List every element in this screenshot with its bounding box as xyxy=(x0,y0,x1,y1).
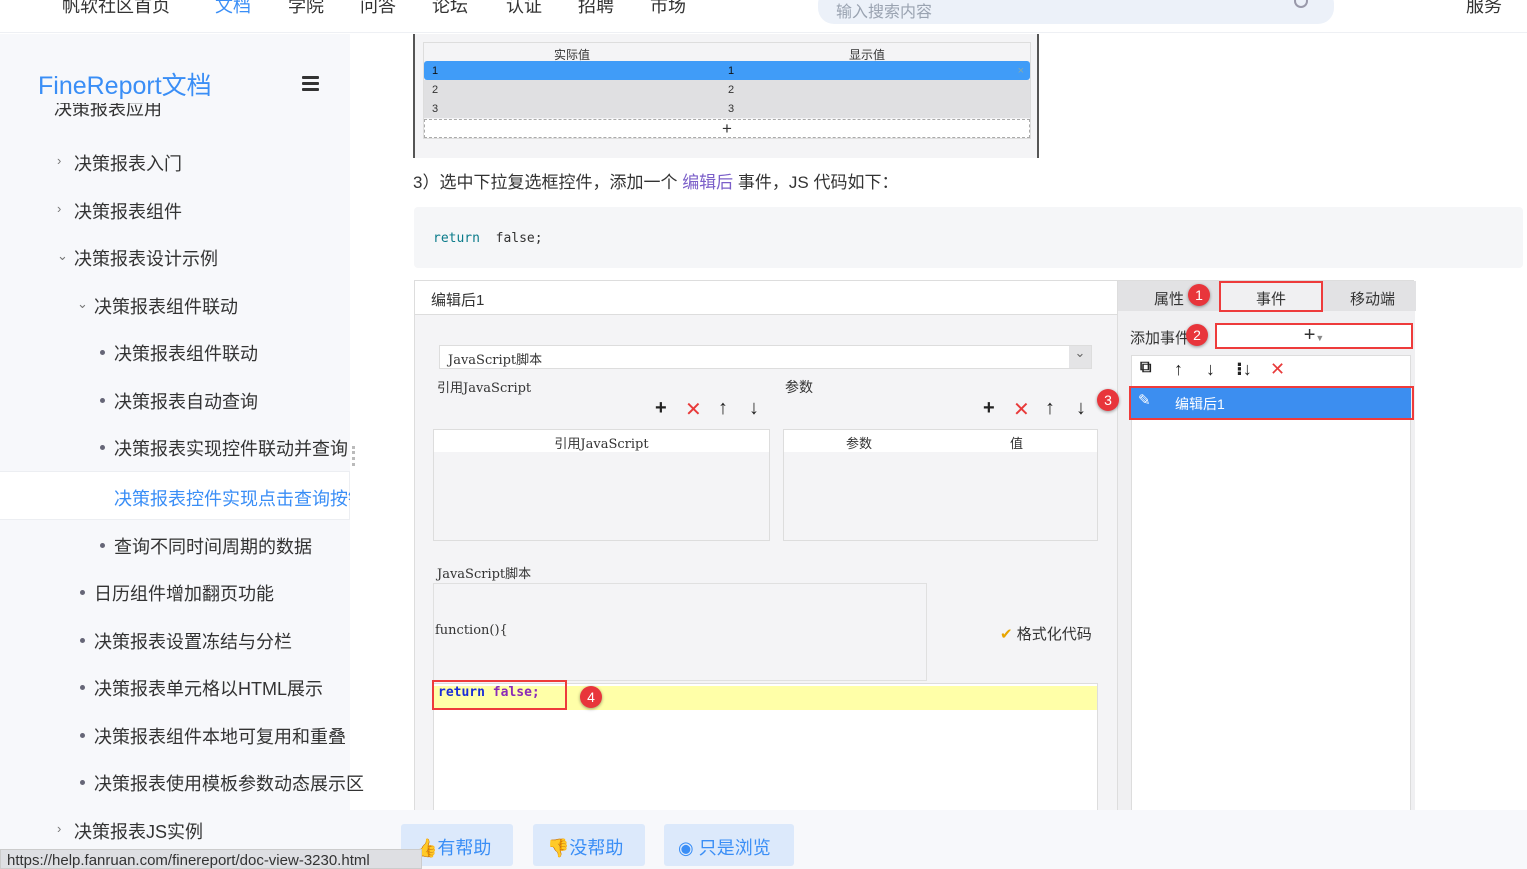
sidebar-item[interactable]: 决策报表实现控件联动并查询 xyxy=(100,435,348,461)
delete-icon: ✕ xyxy=(1013,399,1030,421)
search-placeholder: 输入搜索内容 xyxy=(836,4,933,21)
sidebar-item[interactable]: 日历组件增加翻页功能 xyxy=(80,580,274,606)
menu-icon[interactable] xyxy=(302,76,319,94)
bullet-icon xyxy=(80,638,85,643)
sidebar-item-label: 决策报表组件联动 xyxy=(94,297,238,317)
nav-home[interactable]: 帆软社区首页 xyxy=(62,0,170,18)
top-nav: 帆软社区首页 文档 学院 问答 论坛 认证 招聘 市场 输入搜索内容 服务 xyxy=(0,0,1527,33)
move-bottom-icon: ⁝↓ xyxy=(1236,359,1252,379)
sidebar-item-label: 决策报表组件联动 xyxy=(114,344,258,364)
sidebar-item-label: 决策报表设置冻结与分栏 xyxy=(94,632,292,652)
delete-icon: ✕ xyxy=(1270,359,1286,379)
bullet-icon xyxy=(80,733,85,738)
delete-icon: ✕ xyxy=(685,399,702,421)
bullet-icon xyxy=(80,590,85,595)
eye-icon: ◉ xyxy=(678,838,694,858)
add-icon: + xyxy=(655,397,667,419)
chevron-right-icon[interactable]: › xyxy=(57,201,61,216)
feedback-bar: 👍有帮助 👎没帮助 ◉ 只是浏览 xyxy=(350,810,1527,869)
up-icon: ↑ xyxy=(718,397,728,419)
bullet-icon xyxy=(100,398,105,403)
sidebar-item-label: 决策报表JS实例 xyxy=(74,822,204,842)
sidebar-item[interactable]: 查询不同时间周期的数据 xyxy=(100,533,312,559)
sidebar-item-label: 决策报表控件实现点击查询按钮 xyxy=(114,489,350,509)
just-browsing-button[interactable]: ◉ 只是浏览 xyxy=(664,824,794,866)
bullet-icon xyxy=(100,543,105,548)
sidebar-item[interactable]: 决策报表自动查询 xyxy=(100,388,258,414)
copy-icon: ⧉ xyxy=(1140,359,1152,376)
sidebar-item-label: 日历组件增加翻页功能 xyxy=(94,584,274,604)
table-row[interactable]: 1 1 × xyxy=(424,61,1030,80)
sidebar-item-label: 决策报表入门 xyxy=(74,154,182,174)
function-line: function(){ xyxy=(435,623,508,638)
bullet-icon xyxy=(80,685,85,690)
sidebar-item[interactable]: 决策报表设置冻结与分栏 xyxy=(80,628,292,654)
nav-service[interactable]: 服务 xyxy=(1466,0,1502,18)
table-row[interactable]: 33 xyxy=(424,99,1030,118)
nav-qa[interactable]: 问答 xyxy=(360,0,396,18)
nav-jobs[interactable]: 招聘 xyxy=(578,0,614,18)
sidebar-item-label: 决策报表实现控件联动并查询 xyxy=(114,439,348,459)
tab-properties[interactable]: 属性 xyxy=(1154,288,1184,309)
sidebar-item[interactable]: 决策报表单元格以HTML展示 xyxy=(80,675,323,701)
search-input[interactable]: 输入搜索内容 xyxy=(818,0,1334,24)
search-icon[interactable] xyxy=(1294,0,1308,8)
close-icon: × xyxy=(1017,65,1024,77)
sidebar-item-label: 决策报表组件本地可复用和重叠 xyxy=(94,727,346,747)
brush-icon: ✔ xyxy=(1000,626,1013,643)
chevron-down-icon: ⌄ xyxy=(1069,346,1091,368)
up-icon: ↑ xyxy=(1174,359,1183,379)
down-icon: ↓ xyxy=(1076,397,1086,419)
add-icon: + xyxy=(983,397,995,419)
sidebar-item[interactable]: 决策报表控件实现点击查询按钮 xyxy=(114,485,350,511)
nav-docs[interactable]: 文档 xyxy=(215,0,251,18)
bullet-icon xyxy=(100,350,105,355)
nav-market[interactable]: 市场 xyxy=(650,0,686,18)
nav-academy[interactable]: 学院 xyxy=(288,0,324,18)
tab-mobile[interactable]: 移动端 xyxy=(1350,288,1395,309)
sidebar-item-label: 决策报表组件 xyxy=(74,202,182,222)
sidebar-item-label: 决策报表使用模板参数动态展示区 xyxy=(94,774,364,794)
not-helpful-button[interactable]: 👎没帮助 xyxy=(533,824,645,866)
down-icon: ↓ xyxy=(1206,359,1215,379)
screenshot-table: 实际值 显示值 1 1 × 22 33 + xyxy=(413,34,1039,158)
type-select[interactable]: JavaScript脚本 ⌄ xyxy=(439,345,1092,369)
sidebar-item-partial[interactable]: 决策报表应用 xyxy=(54,103,162,117)
logo[interactable]: FineReport文档 xyxy=(38,66,212,102)
up-icon: ↑ xyxy=(1045,397,1055,419)
step3-text: 3）选中下拉复选框控件，添加一个 编辑后 事件，JS 代码如下： xyxy=(413,173,899,192)
nav-forum[interactable]: 论坛 xyxy=(432,0,468,18)
thumbs-down-icon: 👎 xyxy=(547,838,570,858)
chevron-right-icon[interactable]: › xyxy=(57,153,61,168)
dialog-title: 编辑后1 xyxy=(431,292,485,309)
sidebar-item[interactable]: › 决策报表入门 xyxy=(57,150,182,176)
format-code-button[interactable]: ✔ 格式化代码 xyxy=(1000,623,1092,644)
sidebar-item[interactable]: ⌄ 决策报表设计示例 xyxy=(57,245,218,271)
bullet-icon xyxy=(80,780,85,785)
chevron-right-icon[interactable]: › xyxy=(57,821,61,836)
status-url: https://help.fanruan.com/finereport/doc-… xyxy=(0,849,422,869)
sidebar-item-label: 查询不同时间周期的数据 xyxy=(114,537,312,557)
chevron-down-icon[interactable]: ⌄ xyxy=(77,296,88,312)
sidebar-item-label: 决策报表自动查询 xyxy=(114,392,258,412)
resize-handle[interactable] xyxy=(352,446,355,466)
bullet-icon xyxy=(100,445,105,450)
sidebar-item[interactable]: › 决策报表组件 xyxy=(57,198,182,224)
sidebar-item[interactable]: 决策报表组件本地可复用和重叠 xyxy=(80,723,346,749)
code-block: return false; xyxy=(414,207,1523,268)
table-row[interactable]: 22 xyxy=(424,80,1030,99)
sidebar-item[interactable]: ⌄ 决策报表组件联动 xyxy=(77,293,238,319)
nav-cert[interactable]: 认证 xyxy=(506,0,542,18)
sidebar-item-label: 决策报表设计示例 xyxy=(74,249,218,269)
event-link: 编辑后 xyxy=(682,173,734,192)
sidebar-item[interactable]: 决策报表组件联动 xyxy=(100,340,258,366)
chevron-down-icon[interactable]: ⌄ xyxy=(57,248,68,264)
event-dialog-screenshot: 编辑后1 JavaScript脚本 ⌄ 引用JavaScript 参数 + ✕ ↑ ↓ … xyxy=(414,280,1416,825)
down-icon: ↓ xyxy=(749,397,759,419)
sidebar-item[interactable]: 决策报表使用模板参数动态展示区 xyxy=(80,770,364,796)
add-row-button[interactable]: + xyxy=(424,119,1030,138)
sidebar-item-label: 决策报表单元格以HTML展示 xyxy=(94,679,323,699)
sidebar-item[interactable]: › 决策报表JS实例 xyxy=(57,818,204,844)
